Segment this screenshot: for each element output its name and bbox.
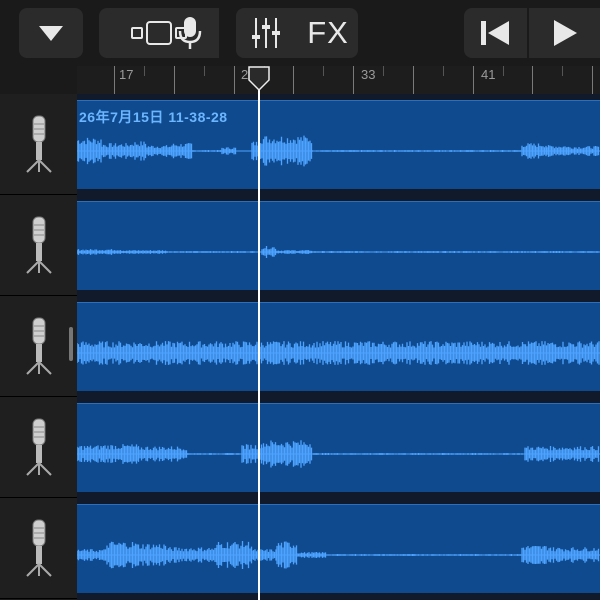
fx-icon: FX xyxy=(307,15,349,50)
ruler-tick xyxy=(234,66,235,94)
triangle-down-icon xyxy=(39,26,63,41)
skip-back-icon xyxy=(481,21,509,45)
ruler-tick xyxy=(293,66,294,94)
audio-region-1[interactable]: 26年7月15日 11-38-28 xyxy=(77,100,600,189)
track-header-4[interactable] xyxy=(0,397,77,498)
waveform xyxy=(77,541,600,569)
ruler-tick xyxy=(443,66,444,76)
ruler-tick xyxy=(174,66,175,94)
sliders-icon xyxy=(252,18,280,48)
waveform xyxy=(77,246,600,258)
waveform xyxy=(77,440,600,468)
audio-region-3[interactable] xyxy=(77,302,600,391)
ruler-bar-number: 17 xyxy=(119,67,134,82)
ruler-tick xyxy=(353,66,354,94)
audio-region-2[interactable] xyxy=(77,201,600,290)
track-lane-2 xyxy=(77,195,600,296)
track-lane-3 xyxy=(77,296,600,397)
go-to-start-button[interactable] xyxy=(464,8,526,58)
audio-region-5[interactable] xyxy=(77,504,600,593)
timeline-ruler[interactable]: 17 25 33 41 xyxy=(77,66,600,95)
track-header-1[interactable] xyxy=(0,94,77,195)
track-lane-1: 26年7月15日 11-38-28 xyxy=(77,94,600,195)
ruler-tick xyxy=(204,66,205,76)
microphone-icon xyxy=(25,216,52,274)
playhead[interactable] xyxy=(258,80,260,600)
microphone-icon xyxy=(25,519,52,577)
ruler-tick xyxy=(503,66,504,76)
track-lanes: 26年7月15日 11-38-28 xyxy=(77,94,600,600)
ruler-tick xyxy=(144,66,145,76)
play-button[interactable] xyxy=(529,8,600,58)
region-label: 26年7月15日 11-38-28 xyxy=(79,109,228,125)
microphone-icon xyxy=(25,115,52,173)
record-button[interactable] xyxy=(161,8,219,58)
ruler-tick xyxy=(532,66,533,94)
ruler-bar-number: 33 xyxy=(361,67,376,82)
ruler-tick xyxy=(592,66,593,94)
microphone-icon xyxy=(178,17,202,49)
mixer-button[interactable] xyxy=(236,8,296,58)
ruler-corner xyxy=(0,66,77,94)
audio-region-4[interactable] xyxy=(77,403,600,492)
track-lane-5 xyxy=(77,498,600,600)
track-lane-4 xyxy=(77,397,600,498)
browser-menu-button[interactable] xyxy=(19,8,83,58)
ruler-tick xyxy=(114,66,115,94)
microphone-icon xyxy=(25,317,52,375)
track-header-resize-handle[interactable] xyxy=(69,327,73,361)
ruler-tick xyxy=(562,66,563,76)
ruler-tick xyxy=(323,66,324,76)
control-bar: FX xyxy=(0,0,600,66)
ruler-bar-number: 41 xyxy=(481,67,496,82)
track-headers xyxy=(0,94,77,600)
play-icon xyxy=(553,20,577,46)
playhead-handle[interactable] xyxy=(247,66,271,92)
ruler-tick xyxy=(473,66,474,94)
track-header-5[interactable] xyxy=(0,498,77,599)
waveform xyxy=(77,341,600,365)
track-header-2[interactable] xyxy=(0,195,77,296)
ruler-tick xyxy=(413,66,414,94)
microphone-icon xyxy=(25,418,52,476)
ruler-tick xyxy=(383,66,384,76)
fx-button[interactable]: FX xyxy=(298,8,358,58)
track-header-3[interactable] xyxy=(0,296,77,397)
